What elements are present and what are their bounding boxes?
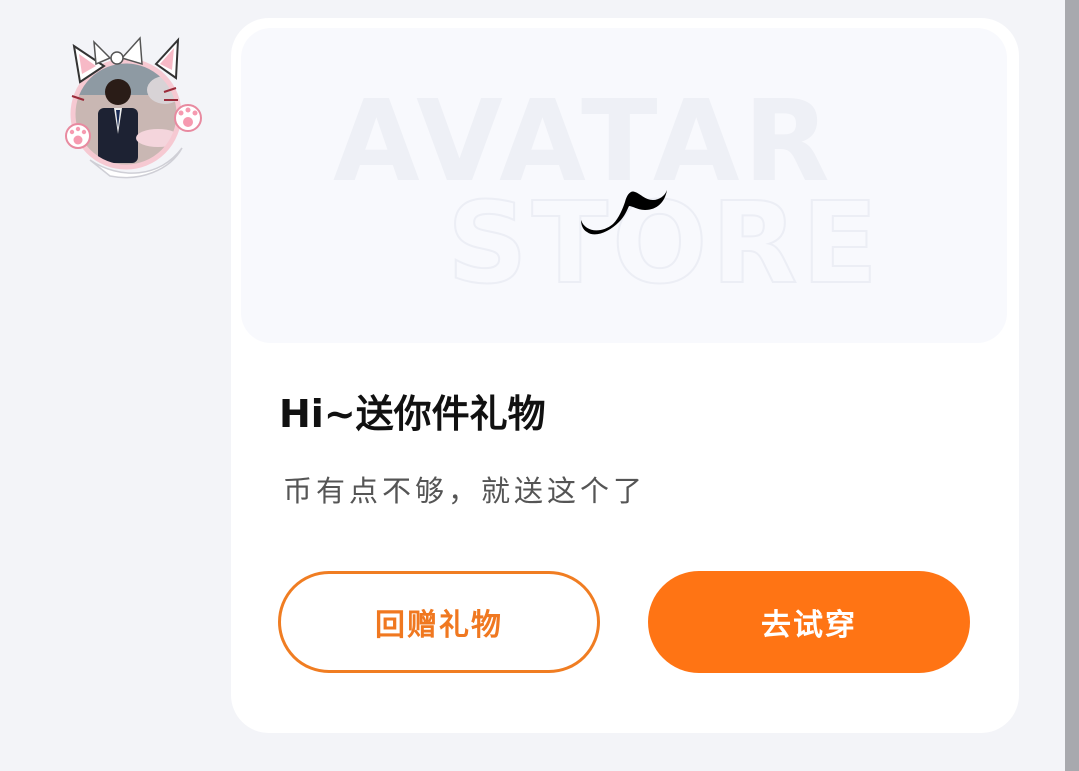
avatar-frame-icon	[65, 36, 202, 179]
return-gift-button[interactable]: 回赠礼物	[278, 571, 600, 673]
gift-title: Hi~送你件礼物	[279, 392, 546, 436]
gift-subtitle: 币有点不够，就送这个了	[283, 474, 647, 508]
try-on-button[interactable]: 去试穿	[648, 571, 970, 673]
mustache-icon	[581, 190, 667, 235]
avatar-item-preview: AVATAR STORE	[241, 28, 1007, 343]
gift-card: AVATAR STORE Hi~送你件礼物 币有点不够，就送这个了 回赠礼物 去…	[231, 18, 1019, 733]
scrollbar[interactable]	[1065, 0, 1079, 771]
sender-avatar[interactable]	[60, 30, 206, 182]
